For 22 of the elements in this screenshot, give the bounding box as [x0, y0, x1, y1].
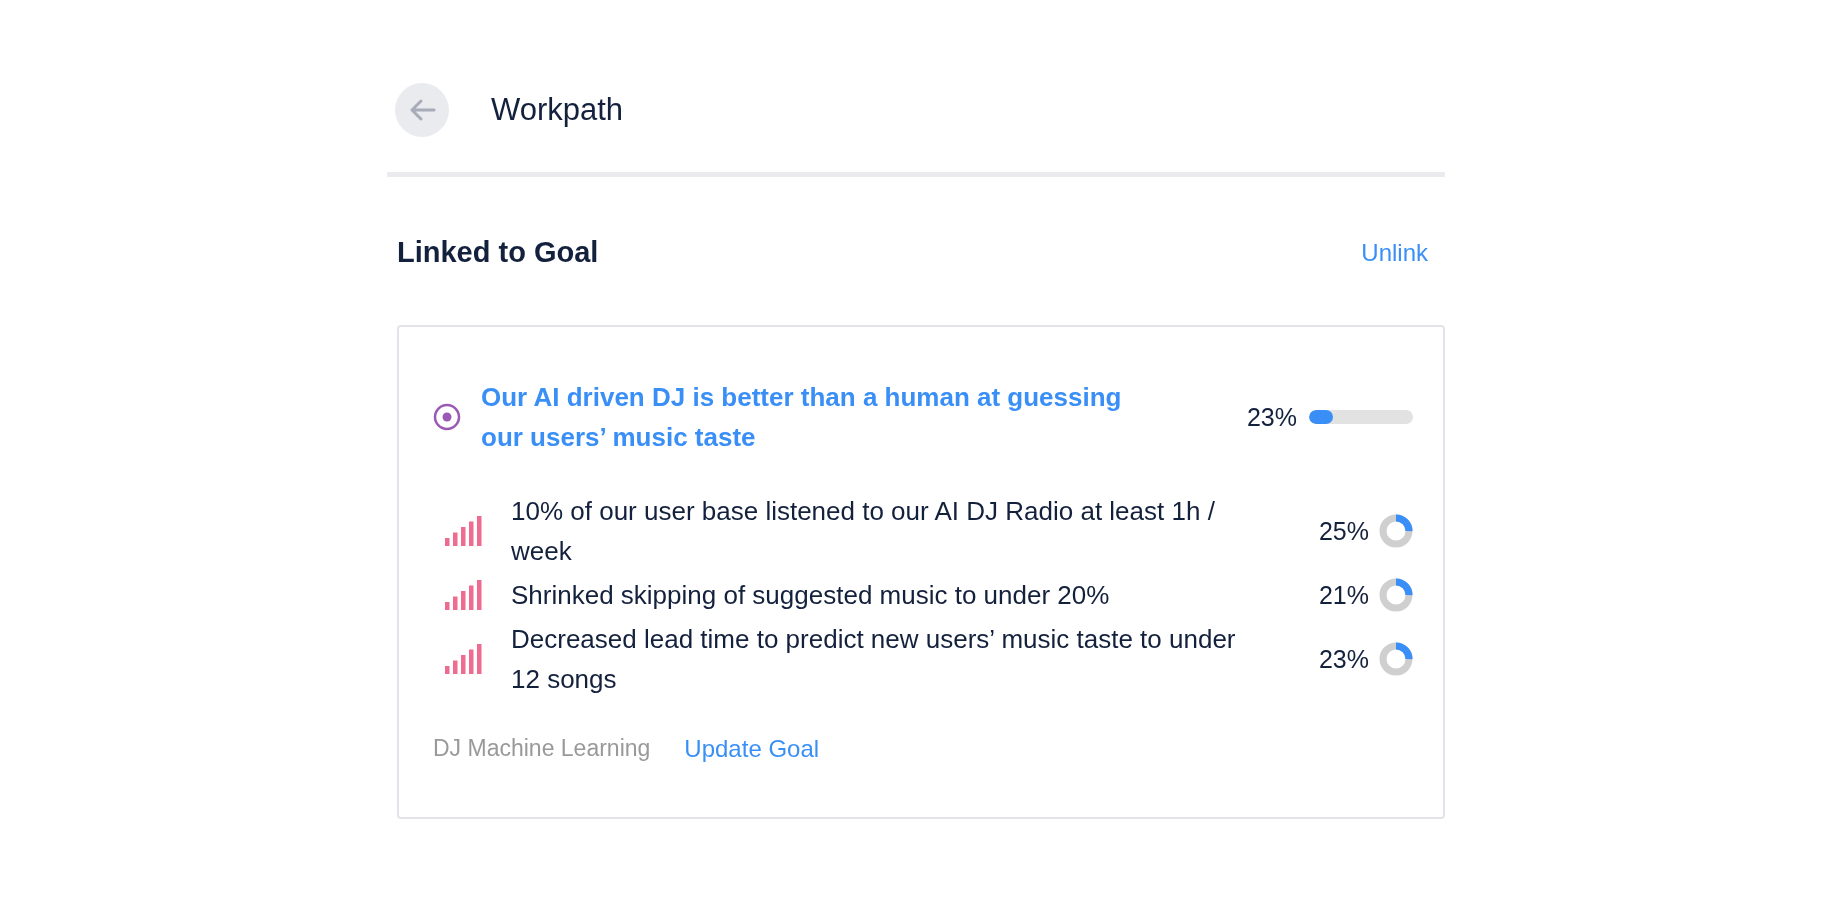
update-goal-link[interactable]: Update Goal — [684, 735, 820, 763]
goal-percent: 23% — [1246, 402, 1297, 432]
progress-ring — [1379, 578, 1413, 612]
key-result-text: 10% of our user base listened to our AI DJ Radio at least 1h / week — [511, 495, 1216, 568]
section-title: Linked to Goal — [397, 236, 599, 269]
key-result-text: Shrinked skipping of suggested music to under 20% — [511, 579, 1111, 612]
back-button[interactable] — [395, 83, 449, 137]
signal-bars-icon — [445, 580, 485, 610]
back-icon — [408, 98, 436, 122]
key-result-percent: 23% — [1318, 644, 1369, 674]
target-icon — [433, 403, 461, 431]
goal-title[interactable]: Our AI driven DJ is better than a human at guessing our users’ music taste — [481, 377, 1161, 457]
unlink-link[interactable]: Unlink — [1361, 238, 1428, 267]
key-result-percent: 21% — [1318, 580, 1369, 610]
signal-bars-icon — [445, 644, 485, 674]
page-title: Workpath — [491, 92, 624, 128]
key-result-percent: 25% — [1318, 516, 1369, 546]
signal-bars-icon — [445, 516, 485, 546]
progress-ring — [1379, 642, 1413, 676]
team-name: DJ Machine Learning — [433, 735, 651, 763]
progress-ring — [1379, 514, 1413, 548]
key-result-text: Decreased lead time to predict new users’ music taste to under 12 songs — [511, 623, 1237, 696]
